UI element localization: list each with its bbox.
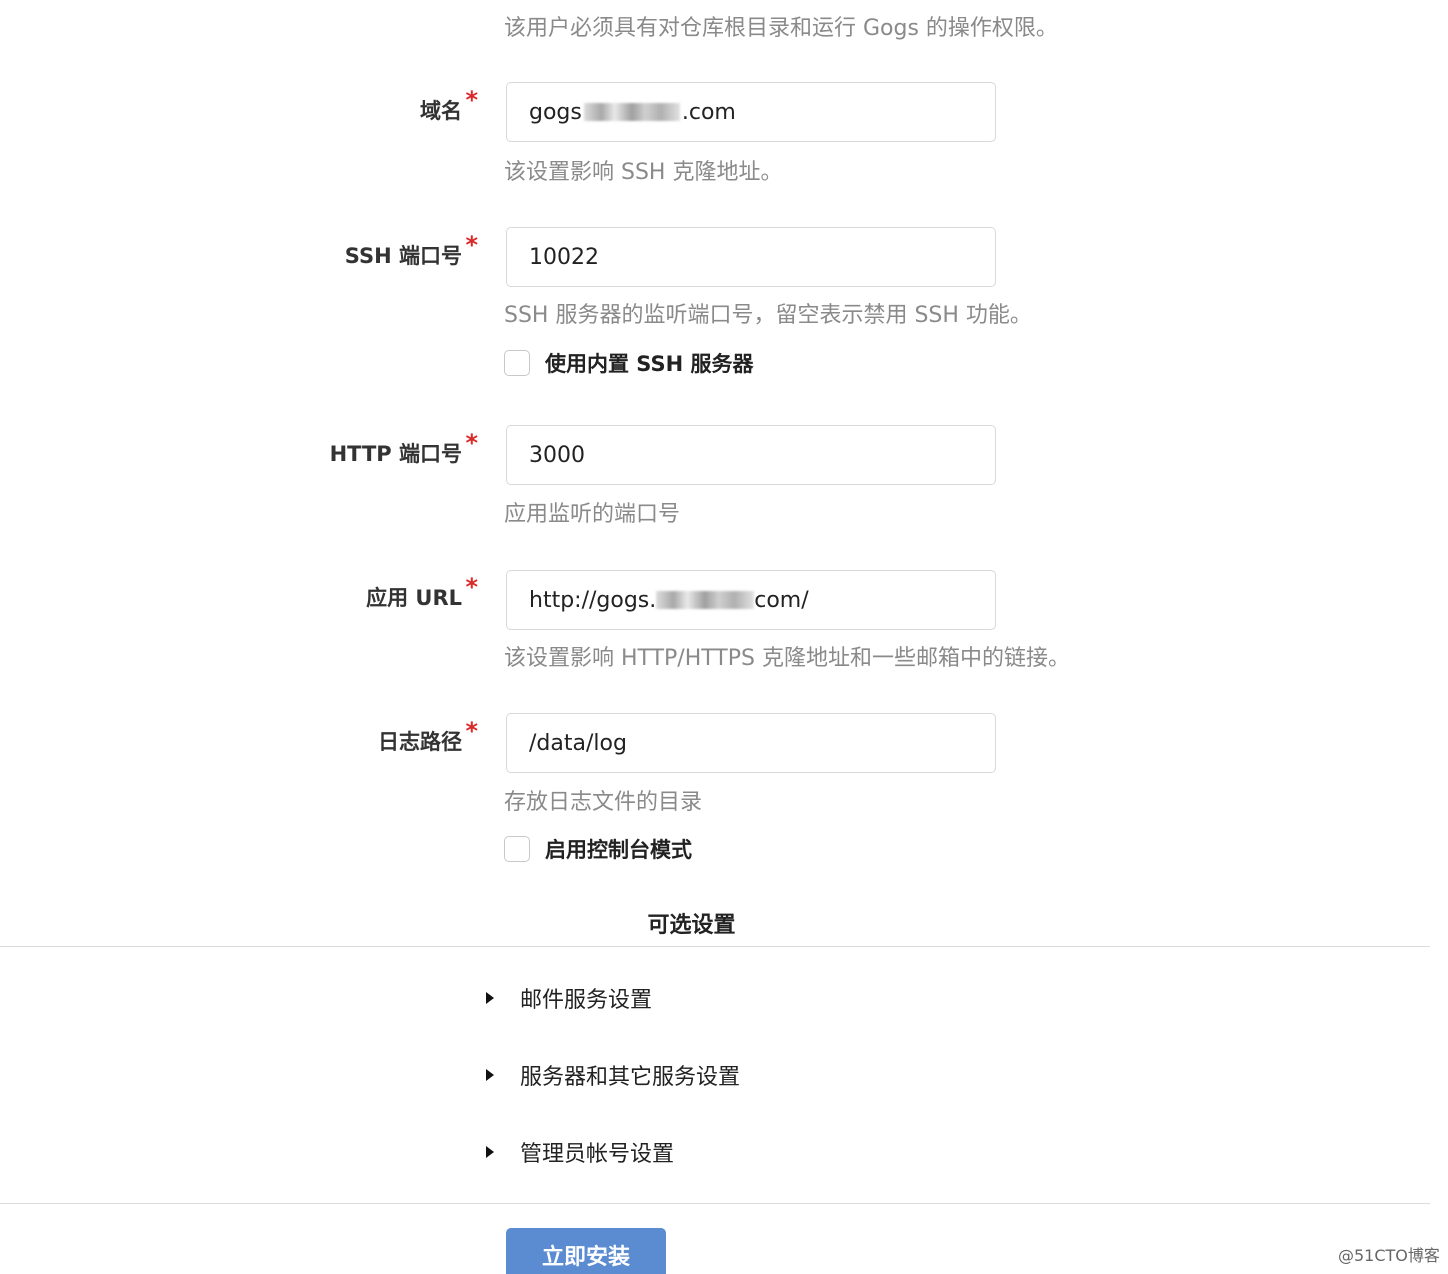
ssh-port-label: SSH 端口号 *: [344, 233, 478, 271]
required-mark: *: [465, 86, 478, 114]
domain-value-prefix: gogs: [529, 99, 582, 125]
email-service-settings-toggle[interactable]: 邮件服务设置: [486, 981, 652, 1015]
install-page: 该用户必须具有对仓库根目录和运行 Gogs 的操作权限。 域名 * gogs .…: [0, 0, 1448, 1274]
required-mark: *: [465, 429, 478, 457]
domain-label-text: 域名: [420, 99, 462, 123]
http-port-input[interactable]: [506, 425, 996, 485]
divider: [0, 1203, 1430, 1204]
server-other-settings-label[interactable]: 服务器和其它服务设置: [520, 1059, 740, 1091]
console-mode-checkbox[interactable]: [504, 836, 530, 862]
optional-settings-title: 可选设置: [647, 913, 736, 938]
app-url-input[interactable]: http://gogs. com/: [506, 570, 996, 630]
domain-help: 该设置影响 SSH 克隆地址。: [504, 160, 783, 185]
log-path-label-text: 日志路径: [378, 730, 462, 754]
builtin-ssh-checkbox[interactable]: [504, 350, 530, 376]
domain-value-suffix: .com: [681, 99, 736, 125]
app-url-label-text: 应用 URL: [366, 586, 462, 610]
required-mark: *: [465, 717, 478, 745]
run-user-help: 该用户必须具有对仓库根目录和运行 Gogs 的操作权限。: [504, 16, 1058, 41]
log-path-label: 日志路径 *: [378, 719, 478, 757]
redacted-blur: [583, 103, 680, 121]
app-url-value-suffix: com/: [754, 587, 809, 613]
watermark: @51CTO博客: [1338, 1246, 1440, 1265]
required-mark: *: [465, 231, 478, 259]
admin-account-settings-label[interactable]: 管理员帐号设置: [520, 1136, 674, 1168]
http-port-label: HTTP 端口号 *: [329, 431, 478, 469]
caret-right-icon: [486, 1069, 494, 1081]
ssh-port-input[interactable]: [506, 227, 996, 287]
ssh-port-label-text: SSH 端口号: [344, 244, 462, 268]
log-path-input[interactable]: [506, 713, 996, 773]
divider: [0, 946, 1430, 947]
app-url-help: 该设置影响 HTTP/HTTPS 克隆地址和一些邮箱中的链接。: [504, 646, 1070, 671]
log-path-help: 存放日志文件的目录: [504, 790, 703, 815]
builtin-ssh-label[interactable]: 使用内置 SSH 服务器: [545, 348, 754, 378]
builtin-ssh-checkbox-row[interactable]: 使用内置 SSH 服务器: [504, 348, 754, 378]
domain-label: 域名 *: [420, 88, 478, 126]
app-url-value-prefix: http://gogs.: [529, 587, 657, 613]
admin-account-settings-toggle[interactable]: 管理员帐号设置: [486, 1135, 674, 1169]
ssh-port-help: SSH 服务器的监听端口号，留空表示禁用 SSH 功能。: [504, 303, 1032, 328]
http-port-help: 应用监听的端口号: [504, 502, 681, 527]
server-other-settings-toggle[interactable]: 服务器和其它服务设置: [486, 1058, 740, 1092]
domain-input[interactable]: gogs .com: [506, 82, 996, 142]
redacted-blur: [656, 591, 755, 609]
http-port-label-text: HTTP 端口号: [329, 442, 462, 466]
caret-right-icon: [486, 1146, 494, 1158]
install-button[interactable]: 立即安装: [506, 1228, 666, 1274]
required-mark: *: [465, 573, 478, 601]
console-mode-checkbox-row[interactable]: 启用控制台模式: [504, 834, 692, 864]
app-url-label: 应用 URL *: [366, 575, 478, 613]
caret-right-icon: [486, 992, 494, 1004]
console-mode-label[interactable]: 启用控制台模式: [545, 834, 692, 864]
email-service-settings-label[interactable]: 邮件服务设置: [520, 982, 652, 1014]
